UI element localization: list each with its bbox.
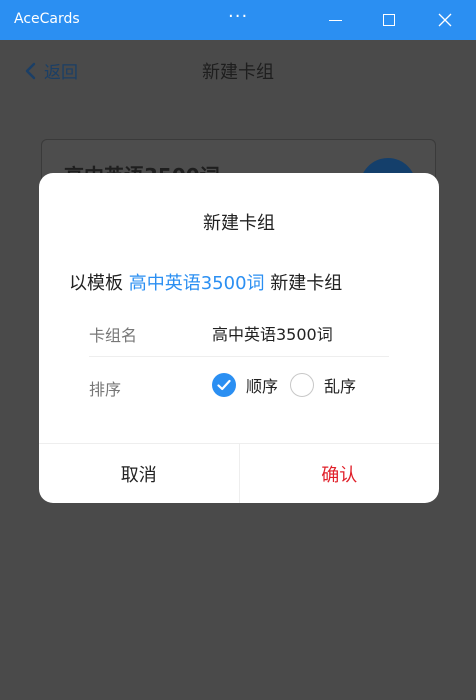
sort-option-sequential[interactable]: 顺序 <box>212 373 278 397</box>
dialog-title: 新建卡组 <box>203 213 275 234</box>
sort-option-random-label: 乱序 <box>324 377 357 396</box>
sort-option-random[interactable]: 乱序 <box>290 373 356 397</box>
sort-label: 排序 <box>89 380 122 399</box>
dialog-description: 以模板 高中英语3500词 新建卡组 <box>69 269 342 295</box>
desc-template-name: 高中英语3500词 <box>128 273 265 294</box>
radio-unchecked-icon <box>290 373 315 397</box>
close-button[interactable] <box>422 0 468 40</box>
maximize-button[interactable] <box>366 0 412 40</box>
close-icon <box>438 13 452 27</box>
confirm-button[interactable]: 确认 <box>240 444 440 503</box>
new-deck-dialog: 新建卡组 以模板 高中英语3500词 新建卡组 卡组名 高中英语3500词 排序… <box>39 173 439 503</box>
maximize-icon <box>383 14 395 26</box>
deck-name-label: 卡组名 <box>89 326 138 345</box>
app-title: AceCards <box>14 11 80 27</box>
app-header: 返回 新建卡组 <box>0 40 476 96</box>
sort-row: 排序 顺序 乱序 <box>89 361 389 411</box>
desc-prefix: 以模板 <box>69 273 123 294</box>
deck-name-field[interactable]: 高中英语3500词 <box>212 321 333 345</box>
desc-suffix: 新建卡组 <box>270 273 343 294</box>
dialog-footer: 取消 确认 <box>39 443 439 503</box>
window-titlebar: AceCards ··· <box>0 0 476 40</box>
sort-radio-group: 顺序 乱序 <box>212 373 368 397</box>
sort-option-sequential-label: 顺序 <box>246 377 279 396</box>
page-title: 新建卡组 <box>202 62 274 83</box>
radio-checked-icon <box>212 373 236 397</box>
minimize-icon <box>328 19 342 21</box>
cancel-button[interactable]: 取消 <box>39 444 240 503</box>
more-menu-icon[interactable]: ··· <box>228 6 248 27</box>
deck-name-row: 卡组名 高中英语3500词 <box>89 307 389 357</box>
minimize-button[interactable] <box>312 0 358 40</box>
